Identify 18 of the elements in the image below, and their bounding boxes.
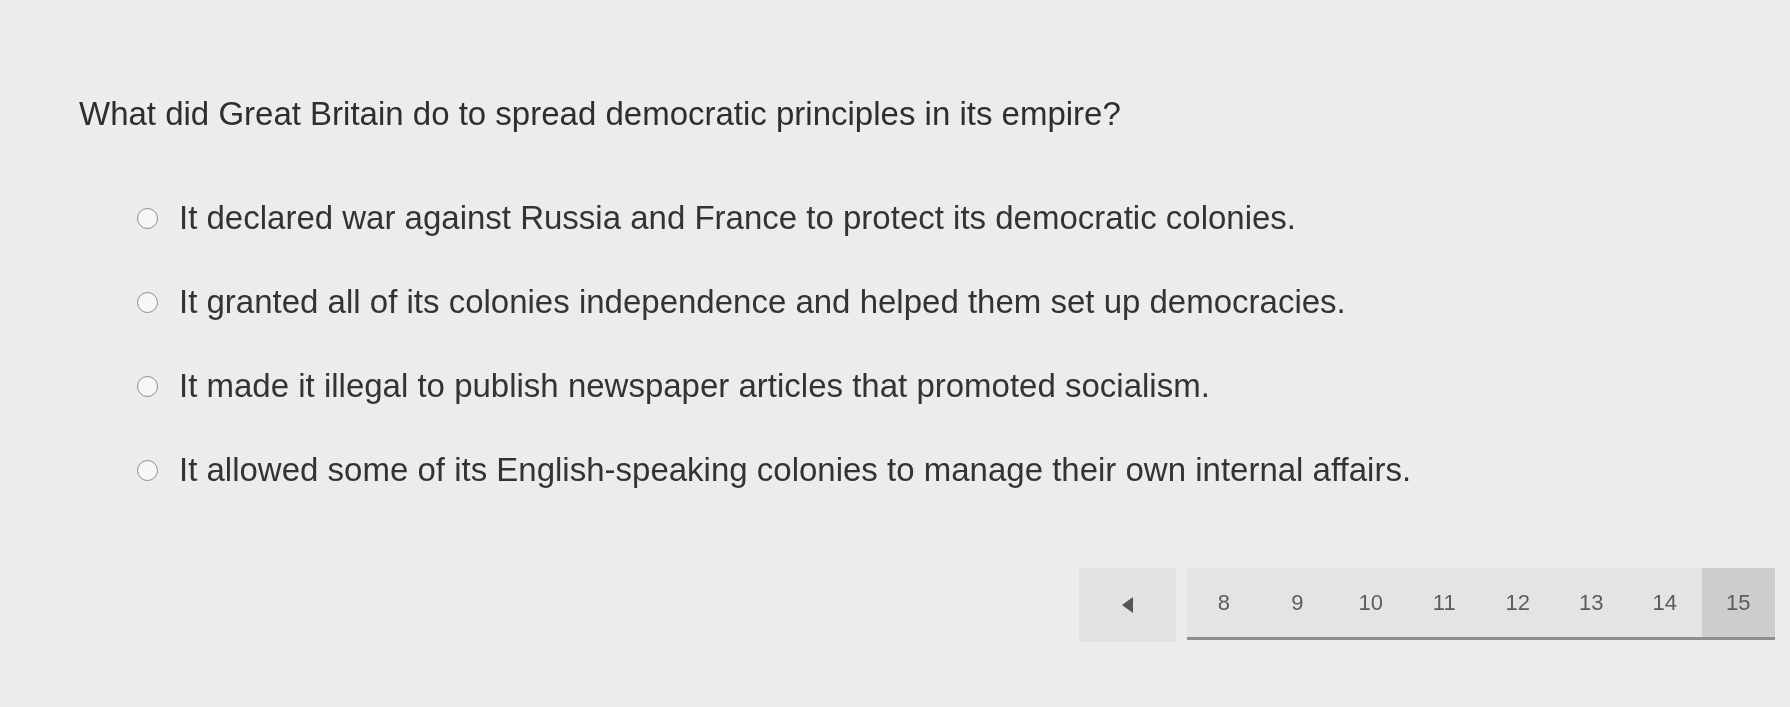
page-number-button[interactable]: 12 [1481, 568, 1555, 640]
radio-button[interactable] [137, 291, 158, 313]
radio-button[interactable] [137, 207, 158, 229]
page-number-button[interactable]: 11 [1407, 568, 1481, 640]
answer-option-text[interactable]: It made it illegal to publish newspaper articles that promoted socialism. [179, 366, 1210, 406]
page-number-button[interactable]: 8 [1187, 568, 1261, 640]
radio-button[interactable] [137, 375, 158, 397]
answer-option-text[interactable]: It declared war against Russia and France to protect its democratic colonies. [179, 198, 1297, 238]
page-number-button[interactable]: 15 [1701, 568, 1775, 640]
page-number-button[interactable]: 13 [1554, 568, 1628, 640]
page-number-button[interactable]: 10 [1334, 568, 1408, 640]
page-number-button[interactable]: 14 [1628, 568, 1702, 640]
answer-option-text[interactable]: It granted all of its colonies independence and helped them set up democracies. [179, 282, 1346, 322]
radio-button[interactable] [137, 459, 158, 481]
caret-left-icon [1122, 597, 1133, 613]
answer-option-text[interactable]: It allowed some of its English-speaking colonies to manage their own internal affairs. [179, 450, 1412, 490]
page-number-button[interactable]: 9 [1260, 568, 1334, 640]
question-text: What did Great Britain do to spread democratic principles in its empire? [79, 94, 1121, 134]
